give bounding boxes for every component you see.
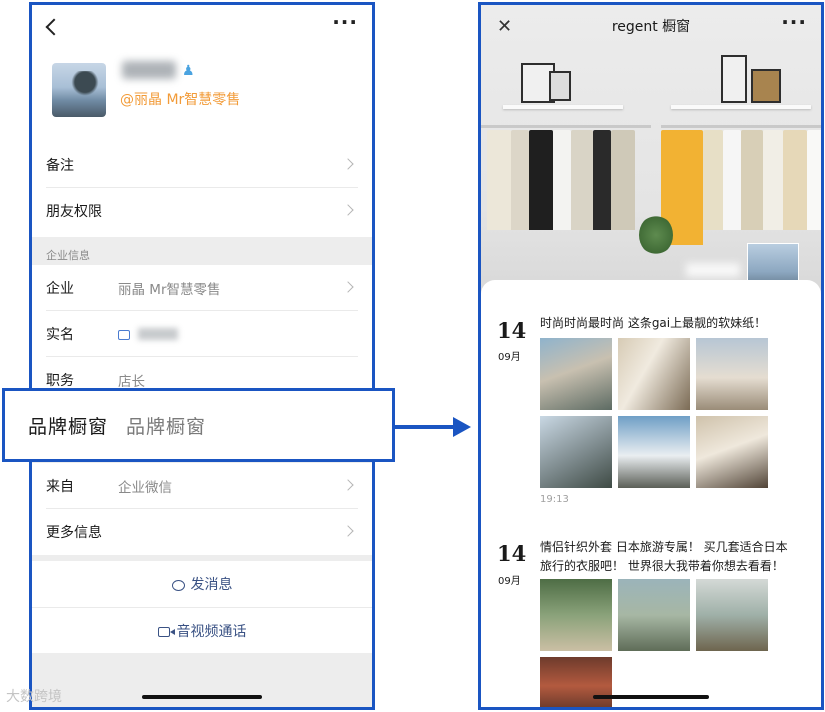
source-label: 来自 bbox=[46, 479, 74, 495]
chat-bubble-icon bbox=[171, 579, 185, 591]
remark-label: 备注 bbox=[46, 158, 74, 174]
plant-decoration bbox=[639, 215, 673, 255]
watermark: 大数跨境 bbox=[6, 689, 62, 705]
contact-name-redacted bbox=[122, 61, 176, 79]
post-photo[interactable] bbox=[540, 416, 612, 488]
position-value: 店长 bbox=[118, 374, 145, 390]
av-call-button[interactable]: 音视频通话 bbox=[32, 607, 372, 653]
person-icon: ♟ bbox=[182, 63, 195, 79]
realname-row: 实名 bbox=[32, 311, 372, 357]
more-info-row[interactable]: 更多信息 bbox=[32, 509, 372, 555]
company-tag: @丽晶 Mr智慧零售 bbox=[120, 92, 241, 108]
post-photo[interactable] bbox=[696, 338, 768, 410]
chevron-right-icon bbox=[342, 281, 354, 293]
back-icon[interactable] bbox=[45, 18, 63, 36]
realname-redacted bbox=[138, 328, 178, 340]
realname-label: 实名 bbox=[46, 327, 74, 343]
id-card-icon bbox=[118, 330, 130, 340]
post-day: 14 bbox=[497, 318, 527, 343]
window-title: regent 橱窗 bbox=[611, 19, 691, 35]
section-enterprise-info: 企业信息 bbox=[46, 249, 90, 262]
more-info-label: 更多信息 bbox=[46, 525, 102, 541]
close-icon[interactable]: ✕ bbox=[497, 16, 512, 37]
more-options-icon[interactable]: ··· bbox=[781, 12, 807, 32]
post-text: 情侣针织外套 日本旅游专属！ 买几套适合日本旅行的衣服吧！ 世界很大我带着你想去… bbox=[540, 540, 788, 573]
av-call-label: 音视频通话 bbox=[176, 623, 247, 640]
post-photo[interactable] bbox=[618, 416, 690, 488]
contact-profile-screen: ··· ♟ @丽晶 Mr智慧零售 备注 朋友权限 企业信息 企业 丽晶 Mr智慧… bbox=[29, 2, 375, 710]
post-month: 09月 bbox=[498, 576, 521, 587]
chevron-right-icon bbox=[342, 158, 354, 170]
post-photo[interactable] bbox=[696, 416, 768, 488]
chevron-right-icon bbox=[342, 479, 354, 491]
source-value: 企业微信 bbox=[118, 480, 172, 496]
post-day: 14 bbox=[497, 541, 527, 566]
send-message-label: 发消息 bbox=[190, 577, 233, 593]
post-text: 时尚时尚最时尚 这条gai上最靓的软妹纸！ bbox=[540, 316, 767, 330]
video-camera-icon bbox=[157, 626, 175, 637]
post-photo[interactable] bbox=[540, 579, 612, 651]
post-photo[interactable] bbox=[540, 338, 612, 410]
avatar[interactable] bbox=[52, 63, 106, 117]
post-photo[interactable] bbox=[618, 338, 690, 410]
chevron-right-icon bbox=[342, 204, 354, 216]
post-month: 09月 bbox=[498, 352, 521, 363]
home-indicator bbox=[142, 695, 262, 699]
remark-row[interactable]: 备注 bbox=[32, 142, 372, 188]
company-row[interactable]: 企业 丽晶 Mr智慧零售 bbox=[32, 265, 372, 311]
brand-window-value: 品牌橱窗 bbox=[126, 415, 207, 438]
brand-window-row-callout[interactable]: 品牌橱窗 品牌橱窗 bbox=[2, 388, 395, 462]
store-hero-image bbox=[481, 5, 821, 295]
brand-window-screen: ✕ regent 橱窗 ··· 14 09月 时尚时尚最时尚 这条gai上最靓的… bbox=[478, 2, 824, 710]
moments-feed: 14 09月 时尚时尚最时尚 这条gai上最靓的软妹纸！ 19:13 14 09… bbox=[481, 280, 821, 707]
company-label: 企业 bbox=[46, 281, 74, 297]
window-header: ✕ regent 橱窗 ··· bbox=[481, 5, 821, 47]
position-label: 职务 bbox=[46, 373, 74, 389]
post-photo[interactable] bbox=[618, 579, 690, 651]
post-photo[interactable] bbox=[696, 579, 768, 651]
friend-permission-row[interactable]: 朋友权限 bbox=[32, 188, 372, 234]
send-message-button[interactable]: 发消息 bbox=[32, 561, 372, 607]
home-indicator bbox=[593, 695, 709, 699]
source-row[interactable]: 来自 企业微信 bbox=[32, 463, 372, 509]
store-name-redacted bbox=[686, 263, 740, 277]
post-photo[interactable] bbox=[540, 657, 612, 707]
chevron-right-icon bbox=[342, 525, 354, 537]
post-time: 19:13 bbox=[540, 494, 569, 505]
callout-arrow-head bbox=[453, 417, 471, 437]
friend-permission-label: 朋友权限 bbox=[46, 204, 102, 220]
more-options-icon[interactable]: ··· bbox=[332, 12, 358, 32]
callout-arrow bbox=[395, 425, 455, 429]
brand-window-label: 品牌橱窗 bbox=[28, 415, 109, 438]
company-value: 丽晶 Mr智慧零售 bbox=[118, 282, 221, 298]
